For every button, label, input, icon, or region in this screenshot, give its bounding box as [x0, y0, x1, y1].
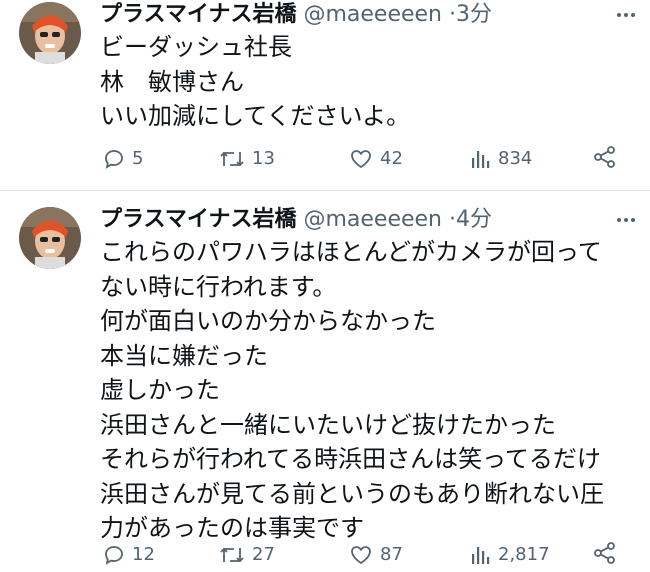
separator-dot: · [449, 207, 456, 232]
separator-dot: · [449, 2, 456, 27]
retweet-button[interactable]: 27 [218, 540, 275, 570]
tweet-text-line: 浜田さんが見てる前というのもあり断れない圧 [100, 479, 604, 508]
views-chart-icon [472, 151, 490, 168]
views-chart-icon [472, 547, 490, 564]
retweet-count: 27 [252, 544, 275, 565]
tweet-text-line: それらが行われてる時浜田さんは笑ってるだけ [100, 445, 601, 473]
tweet-header: プラスマイナス岩橋 @maeeeeen ·4分 [100, 205, 492, 235]
author-name[interactable]: プラスマイナス岩橋 [100, 2, 296, 27]
views-count: 2,817 [498, 544, 550, 565]
share-icon [594, 542, 615, 564]
tweet-text-line: 本当に嫌だった [100, 341, 268, 370]
tweet-header: プラスマイナス岩橋 @maeeeeen ·3分 [100, 0, 492, 30]
reply-icon [105, 546, 123, 565]
avatar[interactable] [19, 2, 81, 64]
tweet-text-line: 林 敏博さん [100, 67, 244, 96]
author-name[interactable]: プラスマイナス岩橋 [100, 207, 296, 232]
timestamp[interactable]: 3分 [456, 2, 492, 27]
tweet-text-line: ビーダッシュ社長 [100, 33, 292, 61]
like-button[interactable]: 87 [348, 540, 403, 570]
tweet-text: これらのパワハラはほとんどがカメラが回って ない時に行われます。 何が面白いのか… [100, 235, 634, 546]
more-icon[interactable] [614, 4, 638, 31]
tweet-text: ビーダッシュ社長 林 敏博さん いい加減にしてくださいよ。 [100, 30, 634, 134]
heart-icon [351, 546, 371, 565]
views-button[interactable]: 834 [470, 144, 532, 174]
tweet-text-line: 浜田さんと一緒にいたいけど抜けたかった [100, 410, 556, 439]
share-button[interactable] [592, 144, 618, 170]
like-button[interactable]: 42 [348, 144, 403, 174]
share-icon [594, 146, 615, 168]
views-button[interactable]: 2,817 [470, 540, 550, 570]
retweet-button[interactable]: 13 [218, 144, 275, 174]
reply-button[interactable]: 5 [102, 144, 143, 174]
reply-icon [105, 150, 123, 169]
tweet-actions: 5 13 42 834 [100, 144, 625, 174]
author-handle[interactable]: @maeeeeen [303, 2, 442, 27]
reply-button[interactable]: 12 [102, 540, 155, 570]
more-icon[interactable] [614, 209, 638, 236]
retweet-icon [220, 547, 244, 563]
reply-count: 5 [132, 148, 144, 169]
tweet-text-line: ない時に行われます。 [100, 272, 337, 301]
tweet-text-line: 何が面白いのか分からなかった [100, 307, 436, 335]
like-count: 42 [380, 148, 403, 169]
tweet-text-line: 虚しかった [100, 376, 220, 404]
share-button[interactable] [592, 540, 618, 566]
tweet[interactable]: プラスマイナス岩橋 @maeeeeen ·3分 ビーダッシュ社長 林 敏博さん … [0, 0, 650, 191]
reply-count: 12 [132, 544, 155, 565]
heart-icon [351, 150, 371, 169]
tweet-text-line: いい加減にしてくださいよ。 [100, 102, 411, 130]
tweet-actions: 12 27 87 2,817 [100, 540, 625, 570]
like-count: 87 [380, 544, 403, 565]
author-handle[interactable]: @maeeeeen [303, 207, 442, 232]
retweet-count: 13 [252, 148, 275, 169]
avatar[interactable] [19, 207, 81, 269]
tweet-text-line: これらのパワハラはほとんどがカメラが回って [100, 238, 602, 266]
views-count: 834 [498, 148, 533, 169]
tweet[interactable]: プラスマイナス岩橋 @maeeeeen ·4分 これらのパワハラはほとんどがカメ… [0, 191, 650, 572]
retweet-icon [220, 151, 244, 167]
timestamp[interactable]: 4分 [456, 207, 492, 232]
